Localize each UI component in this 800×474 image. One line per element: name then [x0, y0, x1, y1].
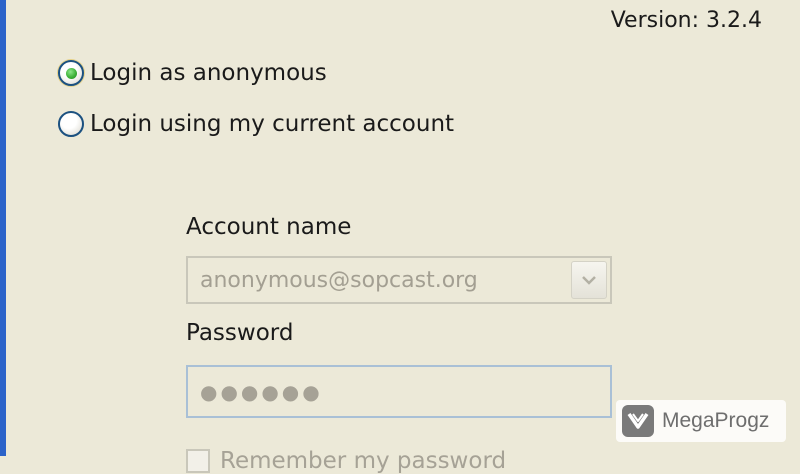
radio-login-current-account[interactable]: Login using my current account [58, 111, 454, 137]
remember-password-checkbox[interactable] [186, 449, 210, 473]
remember-password-row[interactable]: Remember my password [186, 448, 506, 474]
radio-button-unselected[interactable] [58, 111, 84, 137]
combo-dropdown-button[interactable] [571, 261, 607, 299]
watermark-badge: MegaProgz [616, 400, 786, 442]
account-name-combobox[interactable]: anonymous@sopcast.org [186, 256, 612, 304]
radio-dot-icon [65, 67, 77, 79]
radio-label-current-account: Login using my current account [90, 111, 455, 137]
remember-password-label: Remember my password [220, 448, 507, 474]
password-label: Password [186, 320, 294, 346]
radio-label-anonymous: Login as anonymous [90, 60, 327, 86]
radio-button-selected[interactable] [58, 60, 84, 86]
radio-login-anonymous[interactable]: Login as anonymous [58, 60, 327, 86]
account-name-value: anonymous@sopcast.org [200, 267, 478, 293]
watermark-text: MegaProgz [662, 409, 770, 432]
password-input[interactable]: ●●●●●● [186, 365, 612, 418]
account-name-label: Account name [186, 214, 352, 240]
megaprogz-logo-icon [622, 405, 654, 437]
version-label: Version: 3.2.4 [610, 8, 762, 33]
window-left-border [0, 0, 6, 456]
chevron-down-icon [582, 276, 596, 285]
